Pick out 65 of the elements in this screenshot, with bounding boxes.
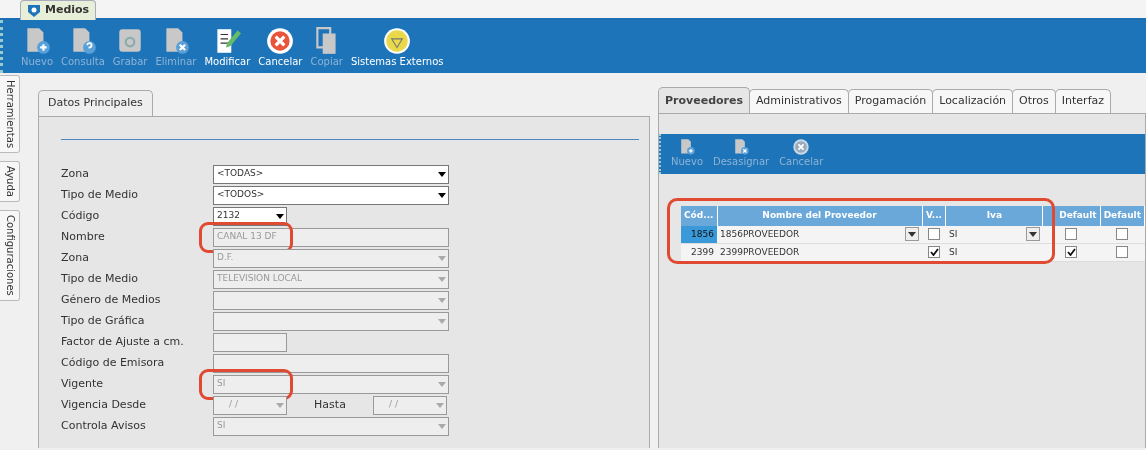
checkbox[interactable] <box>1116 228 1129 240</box>
column-header[interactable]: Nombre del Proveedor <box>717 205 923 226</box>
field-label: Tipo de Medio <box>61 270 139 287</box>
column-header[interactable]: Default <box>1042 205 1101 226</box>
field-label: Zona <box>61 165 90 182</box>
side-tab[interactable]: Configuraciones <box>0 210 20 301</box>
field-label: Código de Emisora <box>61 354 166 371</box>
cancel-icon <box>265 26 296 56</box>
side-tab[interactable]: Herramientas <box>0 75 20 154</box>
toolbar-button[interactable]: Modificar <box>200 26 255 68</box>
field-label: Factor de Ajuste a cm. <box>61 333 185 350</box>
triangle-badge-icon <box>382 26 413 56</box>
side-tab[interactable]: Ayuda <box>0 161 20 203</box>
dropdown-field[interactable]: <TODOS> <box>213 185 449 205</box>
tab[interactable]: Otros <box>1012 89 1056 113</box>
toolbar-button[interactable]: Sistemas Externos <box>346 26 448 68</box>
table-cell-text: 1856PROVEEDOR <box>720 227 800 241</box>
dropdown-arrow-icon <box>438 381 446 387</box>
field-label: Vigente <box>61 375 105 392</box>
dropdown-arrow-icon <box>438 192 446 198</box>
checkbox[interactable] <box>928 246 940 259</box>
dropdown-arrow-icon <box>438 318 446 324</box>
tab[interactable]: Proveedores <box>658 87 750 113</box>
dropdown-arrow-icon <box>436 402 444 408</box>
dropdown-button[interactable] <box>905 227 920 242</box>
tab[interactable]: Interfaz <box>1054 89 1112 113</box>
dropdown-arrow-icon <box>276 213 284 219</box>
dropdown-arrow-icon <box>438 171 446 177</box>
field-label: Código <box>61 207 101 224</box>
dropdown-arrow-icon <box>276 402 284 408</box>
column-header[interactable]: Iva <box>946 205 1043 226</box>
field-label: Tipo de Medio <box>61 186 139 203</box>
checkbox[interactable] <box>1065 228 1078 240</box>
dropdown-arrow-icon <box>438 276 446 282</box>
dropdown-arrow-icon <box>1028 231 1037 237</box>
tab[interactable]: Localización <box>932 89 1014 113</box>
tab[interactable]: Administrativos <box>749 89 849 113</box>
checkbox[interactable] <box>928 228 940 240</box>
tab[interactable]: Progamación <box>847 89 934 113</box>
cancel-icon <box>792 137 811 156</box>
column-header[interactable]: Cód... <box>681 205 717 226</box>
field-label: Vigencia Desde <box>61 396 148 413</box>
column-header[interactable]: V... <box>922 205 946 226</box>
dropdown-arrow-icon <box>438 297 446 303</box>
dropdown-arrow-icon <box>438 255 446 261</box>
document-x-icon <box>732 137 751 156</box>
field-label: Nombre <box>61 228 106 245</box>
panel-tab[interactable]: Datos Principales <box>38 90 153 116</box>
field-label: Hasta <box>313 396 347 413</box>
window-tab[interactable]: Medios <box>20 0 97 20</box>
dropdown-field[interactable]: <TODAS> <box>213 164 449 184</box>
dropdown-button[interactable] <box>1025 227 1040 242</box>
field-label: Género de Medios <box>61 291 162 308</box>
checkbox[interactable] <box>1116 246 1129 259</box>
dropdown-arrow-icon <box>908 231 917 237</box>
toolbar-button[interactable]: Cancelar <box>254 26 307 68</box>
field-label: Zona <box>61 249 90 266</box>
document-plus-icon <box>678 137 696 156</box>
column-header[interactable]: Default <box>1100 205 1145 226</box>
dropdown-arrow-icon <box>438 423 446 429</box>
field-label: Controla Avisos <box>61 417 147 434</box>
logo-icon <box>27 3 41 18</box>
table-cell-text: SI <box>949 227 958 241</box>
checkbox[interactable] <box>1065 246 1078 259</box>
field-label: Tipo de Gráfica <box>61 312 146 329</box>
